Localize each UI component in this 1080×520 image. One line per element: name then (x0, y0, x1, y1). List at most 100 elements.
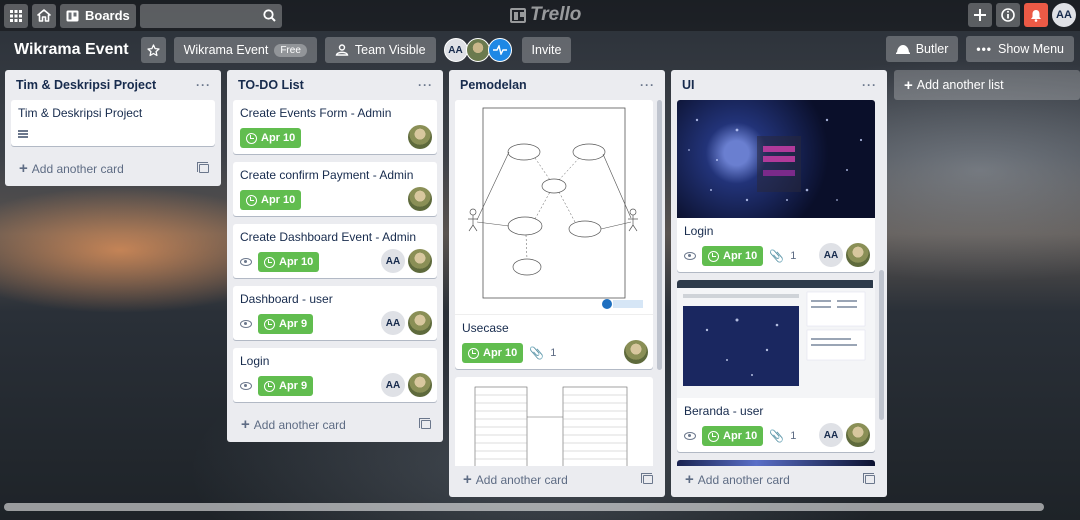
star-button[interactable] (140, 37, 166, 63)
info-icon (1001, 8, 1015, 22)
due-date-badge[interactable]: Apr 9 (258, 314, 314, 334)
butler-label: Butler (915, 42, 949, 56)
due-date-badge[interactable]: Apr 10 (702, 246, 764, 266)
boards-button[interactable]: Boards (60, 3, 136, 28)
trello-logo[interactable]: Trello (510, 4, 581, 26)
apps-button[interactable] (4, 3, 28, 28)
due-date-badge[interactable]: Apr 10 (240, 128, 302, 148)
card[interactable] (455, 377, 653, 466)
due-date-badge[interactable]: Apr 10 (462, 343, 524, 363)
search-input[interactable] (139, 3, 282, 28)
show-menu-label: Show Menu (997, 42, 1064, 56)
member-avatar[interactable] (408, 249, 432, 273)
add-card-button[interactable]: + Add another card (455, 465, 659, 493)
show-menu-button[interactable]: ••• Show Menu (966, 36, 1074, 62)
invite-button[interactable]: Invite (521, 37, 572, 63)
card-template-icon[interactable] (863, 472, 875, 484)
member-avatar[interactable]: AA (381, 373, 405, 397)
card[interactable]: Usecase Apr 10 📎 1 (455, 100, 653, 369)
member-avatar[interactable]: AA (381, 249, 405, 273)
card[interactable]: Login Apr 10 📎 1 AA (677, 100, 875, 272)
due-date-text: Apr 10 (723, 430, 758, 442)
user-avatar[interactable]: AA (1052, 3, 1076, 27)
member-avatar[interactable] (408, 373, 432, 397)
member-avatar[interactable]: AA (819, 243, 843, 267)
plan-badge: Free (274, 43, 307, 57)
watch-icon (684, 252, 696, 260)
list-scrollbar[interactable] (879, 270, 884, 420)
trello-logo-icon (510, 7, 526, 23)
board-horizontal-scrollbar[interactable] (4, 503, 1044, 511)
watch-icon (240, 382, 252, 390)
bell-icon (1031, 9, 1041, 22)
star-icon (146, 43, 160, 56)
due-date-badge[interactable]: Apr 9 (258, 376, 314, 396)
card[interactable]: Create Dashboard Event - Admin Apr 10 AA (233, 224, 437, 278)
card[interactable]: Create confirm Payment - Admin Apr 10 (233, 162, 437, 216)
card-cover-image (455, 100, 653, 315)
member-avatar[interactable] (408, 187, 432, 211)
list-title[interactable]: UI (682, 78, 695, 92)
card[interactable]: Beranda - user Apr 10 📎 1 AA (677, 280, 875, 452)
list-title[interactable]: Pemodelan (460, 78, 527, 92)
card[interactable]: Login Apr 9 AA (233, 348, 437, 402)
list-title[interactable]: Tim & Deskripsi Project (16, 78, 156, 92)
list-menu-icon[interactable]: ··· (418, 78, 433, 92)
card-template-icon[interactable] (197, 161, 209, 173)
list-menu-icon[interactable]: ··· (862, 78, 877, 92)
list-scrollbar[interactable] (657, 100, 662, 370)
member-avatar[interactable] (624, 340, 648, 364)
list-title[interactable]: TO-DO List (238, 78, 304, 92)
more-icon: ••• (976, 42, 992, 56)
trello-logo-text: Trello (530, 4, 582, 25)
card[interactable]: Tim & Deskripsi Project (11, 100, 215, 146)
watch-icon (240, 258, 252, 266)
member-avatar[interactable] (846, 423, 870, 447)
boards-label: Boards (85, 8, 130, 23)
member-avatar[interactable]: AA (443, 38, 468, 62)
clock-icon (264, 256, 275, 268)
member-avatar[interactable] (408, 125, 432, 149)
member-avatar[interactable] (487, 38, 512, 62)
butler-button[interactable]: Butler (885, 36, 959, 62)
member-avatar[interactable]: AA (819, 423, 843, 447)
clock-icon (264, 318, 275, 330)
add-card-button[interactable]: + Add another card (677, 465, 881, 493)
member-avatar[interactable]: AA (381, 311, 405, 335)
card[interactable]: Create Events Form - Admin Apr 10 (233, 100, 437, 154)
card-title: Create Dashboard Event - Admin (240, 230, 417, 244)
create-button[interactable] (968, 3, 992, 27)
clock-icon (468, 347, 479, 359)
due-date-text: Apr 9 (279, 380, 308, 392)
due-date-text: Apr 9 (279, 318, 308, 330)
member-avatar[interactable] (846, 243, 870, 267)
due-date-badge[interactable]: Apr 10 (240, 190, 302, 210)
notifications-button[interactable] (1024, 3, 1048, 27)
visibility-label: Team Visible (354, 43, 426, 57)
team-label: Wikrama Event (183, 43, 269, 57)
list-menu-icon[interactable]: ··· (640, 78, 655, 92)
attachment-icon: 📎 (529, 346, 545, 360)
card-template-icon[interactable] (419, 417, 431, 429)
team-button[interactable]: Wikrama Event Free (173, 37, 317, 63)
add-card-button[interactable]: + Add another card (233, 410, 437, 438)
home-button[interactable] (32, 3, 56, 28)
butler-icon (895, 45, 910, 54)
pulse-icon (492, 45, 507, 55)
due-date-badge[interactable]: Apr 10 (258, 252, 320, 272)
watch-icon (240, 320, 252, 328)
card-template-icon[interactable] (641, 472, 653, 484)
add-list-button[interactable]: + Add another list (894, 70, 1080, 100)
member-avatar[interactable] (408, 311, 432, 335)
list-menu-icon[interactable]: ··· (196, 78, 211, 92)
add-card-button[interactable]: + Add another card (11, 154, 215, 182)
card[interactable]: Dashboard - user Apr 9 AA (233, 286, 437, 340)
due-date-badge[interactable]: Apr 10 (702, 426, 764, 446)
visibility-button[interactable]: Team Visible (324, 37, 436, 63)
board-title[interactable]: Wikrama Event (14, 41, 129, 59)
list: Tim & Deskripsi Project ··· Tim & Deskri… (5, 70, 221, 186)
info-button[interactable] (996, 3, 1020, 27)
clock-icon (246, 194, 257, 206)
member-avatar[interactable] (465, 38, 490, 62)
due-date-text: Apr 10 (723, 250, 758, 262)
